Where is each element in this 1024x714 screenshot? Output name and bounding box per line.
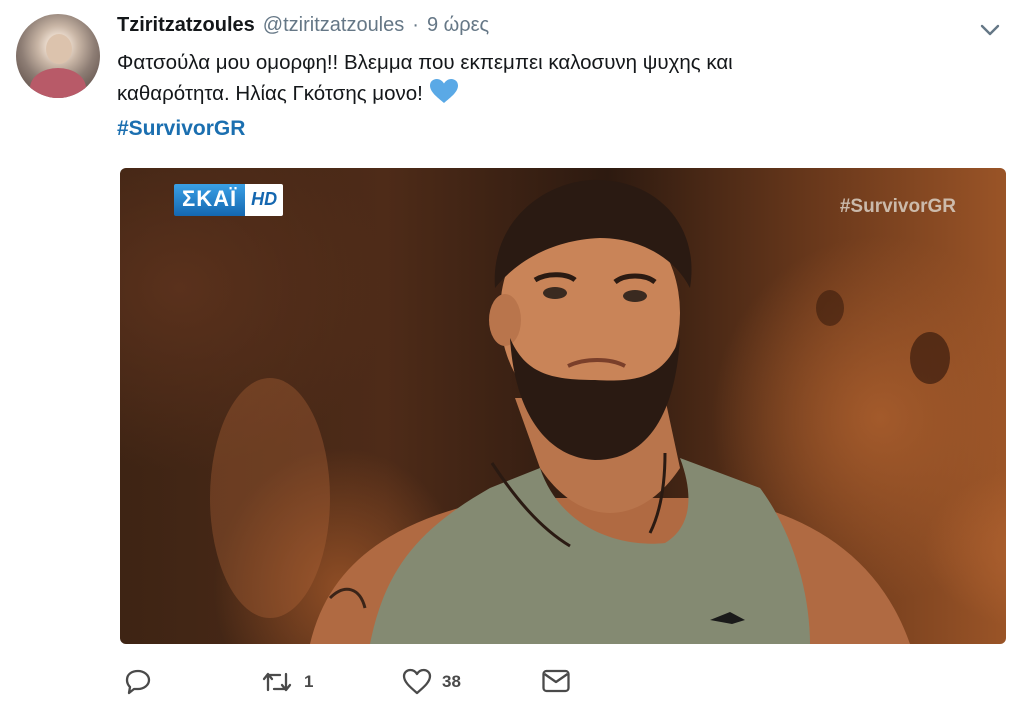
tweet-text: Φατσούλα μου ομορφη!! Βλεμμα που εκπεμπε…: [117, 47, 977, 113]
tweet-actions: 1 38: [120, 668, 620, 702]
retweet-icon: [260, 668, 294, 696]
tweet-text-line: Φατσούλα μου ομορφη!! Βλεμμα που εκπεμπε…: [117, 51, 733, 74]
message-icon: [541, 668, 571, 694]
tweet-text-line: καθαρότητα. Ηλίας Γκότσης μονο!: [117, 78, 977, 113]
tweet-header: Tziritzatzoules @tziritzatzoules · 9 ώρε…: [117, 14, 489, 42]
like-icon: [402, 668, 432, 696]
author-handle[interactable]: @tziritzatzoules: [263, 14, 404, 37]
direct-message-button[interactable]: [541, 668, 571, 694]
channel-logo-badge: HD: [245, 184, 284, 216]
reply-button[interactable]: [122, 668, 162, 696]
person-illustration: [210, 179, 950, 644]
retweet-button[interactable]: 1: [260, 668, 313, 696]
media-watermark: #SurvivorGR: [839, 196, 956, 217]
retweet-count: 1: [304, 672, 314, 691]
avatar[interactable]: [16, 14, 100, 98]
hashtag-link[interactable]: #SurvivorGR: [117, 117, 245, 141]
author-name[interactable]: Tziritzatzoules: [117, 14, 255, 37]
tweet-media-image[interactable]: ΣΚΑΪ HD #SurvivorGR: [120, 168, 1006, 644]
channel-logo-text: ΣΚΑΪ: [174, 184, 246, 216]
blue-heart-icon: [429, 78, 459, 113]
tweet-timestamp[interactable]: 9 ώρες: [427, 14, 489, 37]
reply-icon: [122, 668, 152, 696]
like-count: 38: [442, 672, 461, 691]
channel-logo: ΣΚΑΪ HD: [174, 184, 284, 216]
chevron-down-icon[interactable]: [978, 18, 1002, 42]
like-button[interactable]: 38: [402, 668, 461, 696]
separator-dot: ·: [412, 14, 419, 36]
